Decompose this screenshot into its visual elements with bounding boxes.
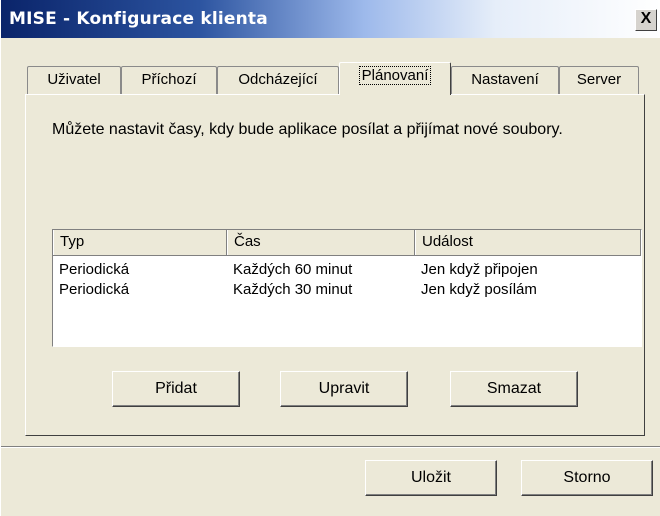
cell-typ: Periodická (59, 281, 130, 298)
schedule-list[interactable]: Typ Čas Událost Periodická Každých 60 mi… (52, 229, 642, 347)
tab-label: Příchozí (141, 71, 197, 88)
tab-label: Plánovaní (358, 66, 432, 85)
cell-cas: Každých 30 minut (233, 281, 353, 298)
tab-label: Uživatel (47, 71, 101, 88)
tab-label: Odcházející (238, 71, 318, 88)
tab-planovani[interactable]: Plánovaní (339, 62, 451, 95)
cell-udalost: Jen když posílám (421, 281, 537, 298)
list-item[interactable]: Periodická Každých 60 minut Jen když při… (53, 260, 641, 280)
tab-prichozi[interactable]: Příchozí (121, 66, 217, 94)
tab-panel-planovani: Můžete nastavit časy, kdy bude aplikace … (25, 94, 645, 436)
tab-label: Nastavení (471, 71, 539, 88)
tab-nastaveni[interactable]: Nastavení (451, 66, 559, 94)
list-item[interactable]: Periodická Každých 30 minut Jen když pos… (53, 280, 641, 300)
cell-typ: Periodická (59, 261, 130, 278)
column-header-typ[interactable]: Typ (53, 230, 227, 255)
window-title: MISE - Konfigurace klienta (9, 9, 268, 29)
list-header: Typ Čas Událost (53, 230, 641, 256)
footer-separator (1, 446, 660, 448)
close-button[interactable]: X (635, 9, 657, 31)
dialog-window: MISE - Konfigurace klienta X Uživatel Př… (0, 0, 660, 516)
tab-uzivatel[interactable]: Uživatel (27, 66, 121, 94)
title-bar[interactable]: MISE - Konfigurace klienta X (1, 0, 660, 38)
panel-description: Můžete nastavit časy, kdy bude aplikace … (52, 121, 563, 138)
tab-odchazejici[interactable]: Odcházející (217, 66, 339, 94)
tab-label: Server (576, 71, 622, 88)
delete-button[interactable]: Smazat (450, 371, 578, 407)
tab-server[interactable]: Server (559, 66, 639, 94)
column-header-cas[interactable]: Čas (227, 230, 415, 255)
close-icon: X (640, 10, 652, 27)
cancel-button[interactable]: Storno (521, 460, 653, 496)
cell-udalost: Jen když připojen (421, 261, 538, 278)
add-button[interactable]: Přidat (112, 371, 240, 407)
edit-button[interactable]: Upravit (280, 371, 408, 407)
column-header-udalost[interactable]: Událost (415, 230, 641, 255)
save-button[interactable]: Uložit (365, 460, 497, 496)
cell-cas: Každých 60 minut (233, 261, 353, 278)
